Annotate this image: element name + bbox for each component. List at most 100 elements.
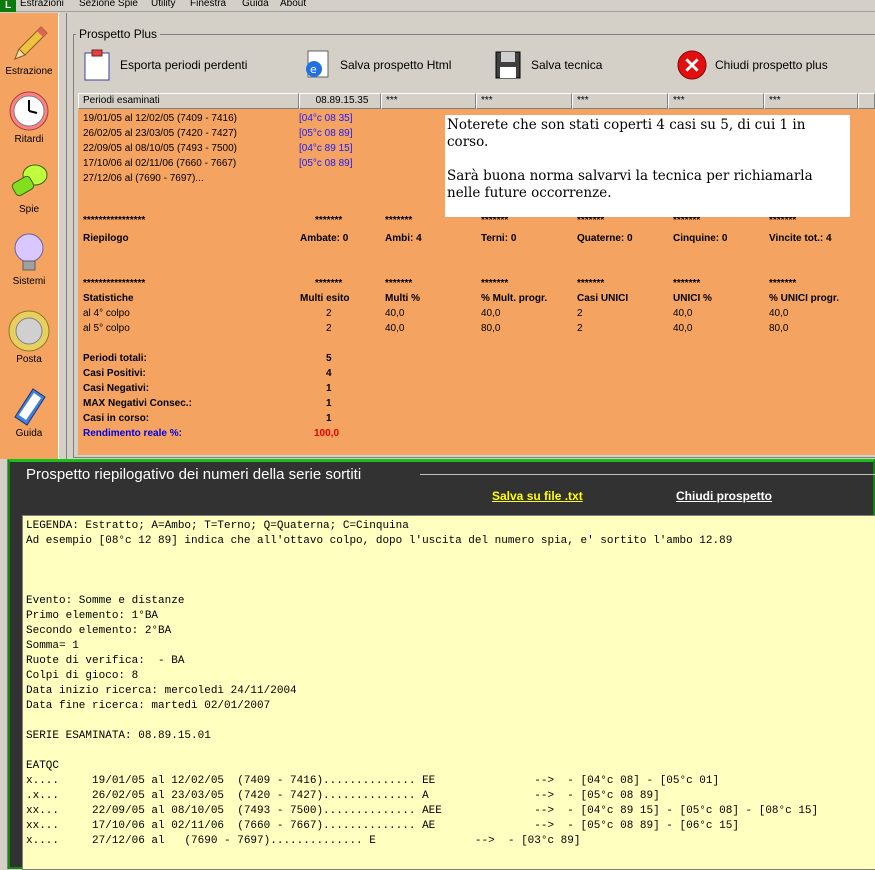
lightbulb-icon: [14, 233, 44, 271]
separator-stars: ****************: [83, 215, 146, 226]
stat-cell: 2: [326, 308, 332, 319]
total-value: 1: [326, 398, 332, 409]
pencil-icon: [14, 26, 48, 60]
note-line: Sarà buona norma salvarvi la tecnica per…: [447, 168, 813, 201]
menu-guida[interactable]: Guida: [242, 0, 269, 9]
close-prospetto-link[interactable]: Chiudi prospetto: [676, 489, 772, 503]
sidebar-splitter[interactable]: [58, 13, 67, 459]
period-result: [05°c 08 89]: [299, 158, 353, 169]
total-label: Casi Negativi:: [83, 383, 150, 394]
riepilogativo-textarea[interactable]: LEGENDA: Estratto; A=Ambo; T=Terno; Q=Qu…: [22, 515, 875, 870]
sidebar-item-posta[interactable]: Posta: [0, 309, 58, 365]
riepilogo-ambate: Ambate: 0: [300, 233, 349, 244]
menu-utility[interactable]: Utility: [151, 0, 175, 9]
col-header-6[interactable]: ***: [668, 93, 764, 109]
floppy-disk-icon: [495, 51, 521, 79]
period-result: [04°c 08 35]: [299, 113, 353, 124]
title-rule: [420, 474, 875, 475]
total-value: 5: [326, 353, 332, 364]
stat-header: Multi esito: [300, 293, 350, 304]
book-icon: [14, 388, 46, 426]
period-result: [05°c 08 89]: [299, 128, 353, 139]
separator-stars: ****************: [83, 278, 146, 289]
col-header-4[interactable]: ***: [476, 93, 572, 109]
app-logo-icon: L: [0, 0, 16, 12]
menu-estrazioni[interactable]: Estrazioni: [20, 0, 64, 9]
close-icon: [677, 50, 707, 80]
separator-stars: *******: [769, 278, 797, 289]
col-header-periodi[interactable]: Periodi esaminati: [78, 93, 299, 109]
clock-icon: [9, 91, 49, 131]
col-header-7[interactable]: ***: [764, 93, 858, 109]
total-label: MAX Negativi Consec.:: [83, 398, 192, 409]
sidebar-item-sistemi[interactable]: Sistemi: [0, 231, 58, 287]
rendimento-value: 100,0: [314, 428, 340, 439]
stat-cell: al 4° colpo: [83, 308, 130, 319]
riepilogo-cinquine: Cinquine: 0: [673, 233, 728, 244]
period-range: 17/10/06 al 02/11/06 (7660 - 7667): [83, 158, 237, 169]
period-range: 27/12/06 al (7690 - 7697)...: [83, 173, 204, 184]
sidebar: Estrazione Ritardi Spie Sistemi Posta Gu…: [0, 13, 58, 459]
menu-about[interactable]: About: [280, 0, 306, 9]
riepilogativo-panel: Prospetto riepilogativo dei numeri della…: [8, 459, 875, 870]
sidebar-item-ritardi[interactable]: Ritardi: [0, 89, 58, 145]
menu-finestra[interactable]: Finestra: [190, 0, 226, 9]
col-header-3[interactable]: ***: [381, 93, 476, 109]
separator-stars: *******: [315, 278, 343, 289]
stat-cell: 40,0: [481, 308, 501, 319]
stat-header: Multi %: [385, 293, 420, 304]
period-range: 19/01/05 al 12/02/05 (7409 - 7416): [83, 113, 238, 124]
total-label: Periodi totali:: [83, 353, 147, 364]
html-document-icon: e: [306, 50, 329, 78]
col-header-serie[interactable]: 08.89.15.35: [299, 93, 381, 109]
total-value: 4: [326, 368, 332, 379]
coin-icon: [8, 310, 50, 352]
stat-header: Casi UNICI: [577, 293, 629, 304]
svg-text:e: e: [310, 63, 317, 76]
menu-sezione-spie[interactable]: Sezione Spie: [79, 0, 138, 9]
stat-cell: 80,0: [769, 323, 789, 334]
separator-stars: *******: [315, 215, 343, 226]
period-range: 22/09/05 al 08/10/05 (7493 - 7500): [83, 143, 238, 154]
left-splitter: [0, 459, 8, 869]
riepilogativo-container: Prospetto riepilogativo dei numeri della…: [0, 459, 875, 870]
export-button[interactable]: Esporta periodi perdenti: [82, 45, 247, 85]
stat-cell: 40,0: [673, 308, 693, 319]
riepilogo-label: Riepilogo: [83, 233, 129, 244]
stat-cell: 2: [577, 323, 583, 334]
stat-cell: 40,0: [769, 308, 789, 319]
separator-stars: *******: [385, 278, 413, 289]
period-result: [04°c 89 15]: [299, 143, 353, 154]
stat-header: Statistiche: [83, 293, 134, 304]
note-line: Noterete che son stati coperti 4 casi su…: [447, 117, 806, 150]
riepilogo-quaterne: Quaterne: 0: [577, 233, 633, 244]
total-label: Casi Positivi:: [83, 368, 146, 379]
save-txt-link[interactable]: Salva su file .txt: [492, 489, 583, 503]
stat-cell: 40,0: [385, 323, 405, 334]
stat-header: % Mult. progr.: [481, 293, 548, 304]
total-value: 1: [326, 413, 332, 424]
info-note: Noterete che son stati coperti 4 casi su…: [445, 115, 850, 217]
total-label: Casi in corso:: [83, 413, 150, 424]
menu-bar: L Estrazioni Sezione Spie Utility Finest…: [0, 0, 875, 12]
clipboard-icon: [84, 49, 110, 81]
separator-stars: *******: [481, 278, 509, 289]
separator-stars: *******: [385, 215, 413, 226]
stat-cell: 2: [577, 308, 583, 319]
stat-cell: 40,0: [385, 308, 405, 319]
stat-cell: 2: [326, 323, 332, 334]
riepilogativo-title: Prospetto riepilogativo dei numeri della…: [26, 466, 362, 483]
prospetto-title: Prospetto Plus: [76, 27, 161, 41]
sidebar-item-spie[interactable]: Spie: [0, 159, 58, 215]
sidebar-item-guida[interactable]: Guida: [0, 383, 58, 439]
save-html-button[interactable]: e Salva prospetto Html: [302, 45, 451, 85]
stat-header: UNICI %: [673, 293, 712, 304]
close-plus-button[interactable]: Chiudi prospetto plus: [677, 45, 828, 85]
save-tech-button[interactable]: Salva tecnica: [493, 45, 602, 85]
riepilogo-ambi: Ambi: 4: [385, 233, 422, 244]
sidebar-item-estrazione[interactable]: Estrazione: [0, 21, 58, 77]
rendimento-label: Rendimento reale %:: [83, 428, 182, 439]
col-header-5[interactable]: ***: [572, 93, 668, 109]
stat-cell: 40,0: [673, 323, 693, 334]
separator-stars: *******: [673, 278, 701, 289]
